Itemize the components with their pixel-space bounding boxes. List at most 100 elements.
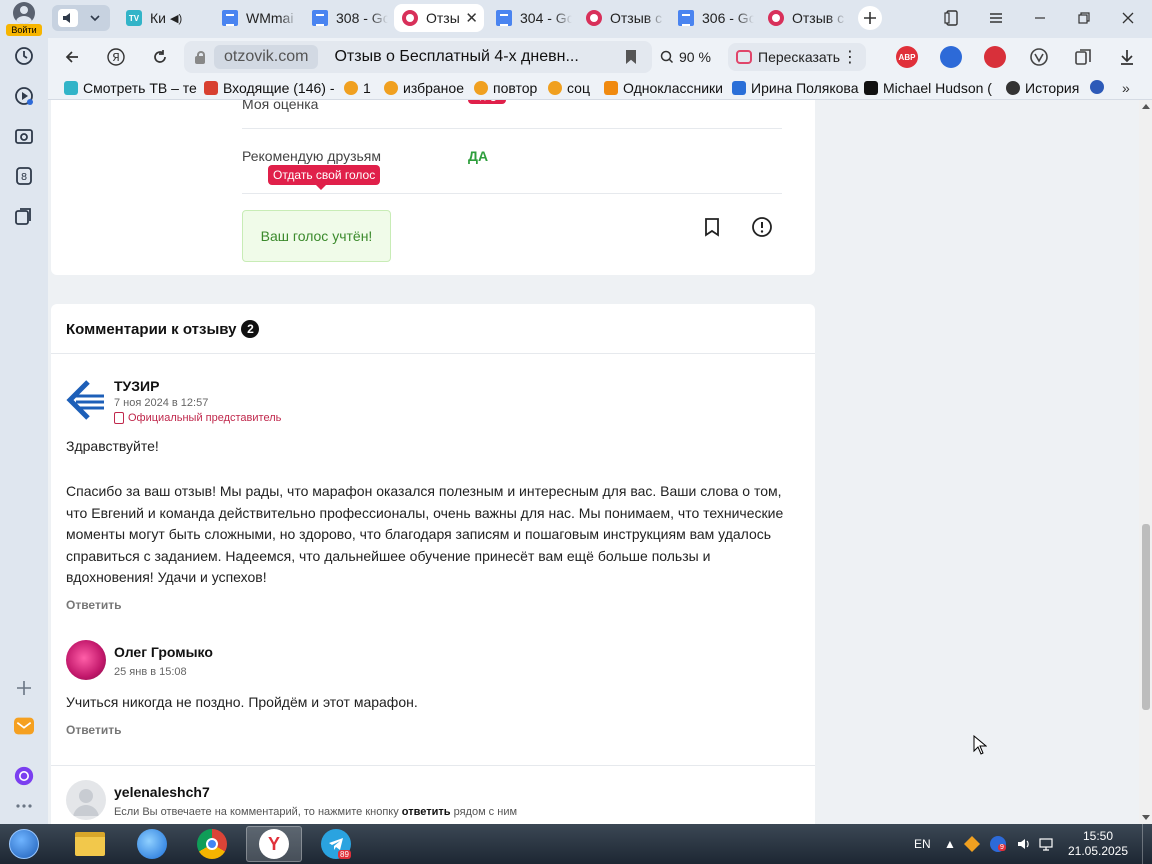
network-icon[interactable] (1038, 824, 1054, 864)
bookmark-item[interactable]: Смотреть ТВ – те (64, 80, 197, 96)
speaker-icon[interactable] (58, 9, 78, 27)
tab-otzovik-2[interactable]: Отзыв с (578, 4, 664, 32)
report-icon[interactable] (751, 216, 773, 238)
domain-chip[interactable]: otzovik.com (214, 45, 319, 69)
collections-icon[interactable] (12, 204, 36, 228)
bookmark-item[interactable]: 1 (344, 80, 371, 96)
globe-icon: 9 (990, 836, 1006, 852)
reply-button[interactable]: Ответить (66, 598, 121, 612)
tab-manager-icon[interactable] (940, 6, 964, 30)
tray-app-icon[interactable] (964, 824, 980, 864)
bookmarks-overflow-icon[interactable]: » (1122, 80, 1130, 96)
telegram-unread-badge: 89 (338, 850, 351, 859)
more-vertical-icon[interactable]: ⋮ (842, 47, 858, 67)
video-icon[interactable] (12, 84, 36, 108)
retell-button[interactable]: Пересказать ⋮ (728, 43, 866, 71)
comment-author[interactable]: Олег Громыко (114, 644, 213, 660)
profile-button[interactable]: Войти (4, 2, 44, 36)
own-avatar (66, 780, 106, 820)
restore-icon[interactable] (1072, 6, 1096, 30)
clock-icon (1006, 81, 1020, 95)
tray-browser-icon[interactable]: 9 (990, 824, 1006, 864)
tab-otzovik-active[interactable]: Отзы ✕ (394, 4, 484, 32)
bookmark-item[interactable]: История (1006, 80, 1079, 96)
yandex-browser-icon: Y (259, 829, 289, 859)
tab-tv[interactable]: TV Ки ◀) (118, 4, 206, 32)
bookmark-item[interactable]: Michael Hudson ( (864, 80, 992, 96)
scroll-down-icon[interactable] (1142, 815, 1150, 820)
scroll-up-icon[interactable] (1142, 104, 1150, 109)
taskbar-ie[interactable] (124, 826, 180, 862)
tab-doc-304[interactable]: 304 - Gc (488, 4, 572, 32)
close-window-icon[interactable] (1116, 6, 1140, 30)
new-tab-button[interactable] (858, 6, 882, 30)
minimize-icon[interactable] (1028, 6, 1052, 30)
address-toolbar: Я otzovik.com Отзыв о Бесплатный 4-х дне… (48, 38, 1152, 76)
vote-status-button[interactable]: Ваш голос учтён! (242, 210, 391, 262)
comments-heading: Комментарии к отзыву 2 (66, 320, 260, 338)
page-scrollbar[interactable] (1139, 100, 1152, 824)
bookmark-item[interactable]: повтор (474, 80, 537, 96)
translate-extension-icon[interactable] (940, 46, 962, 68)
tab-otzovik-3[interactable]: Отзыв с (760, 4, 846, 32)
comment-author[interactable]: ТУЗИР (114, 378, 159, 394)
bookmark-item[interactable]: соц (548, 80, 590, 96)
eight-badge-icon[interactable]: 8 (12, 164, 36, 188)
taskbar-explorer[interactable] (62, 826, 118, 862)
language-indicator[interactable]: EN (914, 824, 931, 864)
reload-button[interactable] (148, 45, 172, 69)
vivaldi-extension-icon[interactable] (1028, 46, 1050, 68)
divider (242, 128, 782, 129)
adblock-plus-icon[interactable]: ABP (896, 46, 918, 68)
add-icon[interactable] (12, 676, 36, 700)
taskbar-yandex-browser[interactable]: Y (246, 826, 302, 862)
back-button[interactable] (60, 45, 84, 69)
start-button[interactable] (4, 826, 44, 862)
close-icon[interactable]: ✕ (465, 9, 478, 27)
taskbar-telegram[interactable]: 89 (308, 826, 364, 862)
composer-hint: Если Вы отвечаете на комментарий, то наж… (114, 806, 517, 818)
address-bar[interactable]: otzovik.com Отзыв о Бесплатный 4-х дневн… (184, 41, 652, 73)
tab-label: Ки (150, 10, 166, 26)
lock-icon[interactable] (194, 50, 206, 64)
comment-date: 25 янв в 15:08 (114, 666, 187, 678)
tab-doc-308[interactable]: 308 - Gc (304, 4, 388, 32)
collections-extension-icon[interactable] (1072, 46, 1094, 68)
windows-taskbar: Y 89 EN ▲ 9 15:50 21.05.2025 (0, 824, 1152, 864)
scrollbar-thumb[interactable] (1142, 524, 1150, 710)
taskbar-chrome[interactable] (184, 826, 240, 862)
system-clock[interactable]: 15:50 21.05.2025 (1062, 829, 1134, 859)
bookmark-item[interactable]: Входящие (146) - (204, 80, 335, 96)
bookmark-item[interactable]: Одноклассники (604, 80, 723, 96)
tv-icon: TV (126, 10, 142, 26)
bookmark-item[interactable]: избраное (384, 80, 464, 96)
yandex-button[interactable]: Я (104, 45, 128, 69)
clock-time: 15:50 (1082, 829, 1114, 843)
tab-group-sound[interactable] (52, 5, 110, 31)
bookmark-item[interactable]: Ирина Полякова (732, 80, 859, 96)
doc-icon (496, 10, 512, 26)
folder-icon (474, 81, 488, 95)
user-avatar-icon (13, 2, 35, 24)
tab-wmmail[interactable]: WMmai (214, 4, 298, 32)
tuzir-logo-avatar[interactable] (66, 380, 106, 420)
bookmark-icon[interactable] (626, 50, 636, 64)
chevron-down-icon[interactable] (86, 9, 104, 27)
bookmark-item[interactable] (1090, 80, 1109, 94)
tray-expand-icon[interactable]: ▲ (944, 824, 956, 864)
history-icon[interactable] (12, 44, 36, 68)
more-icon[interactable] (12, 794, 36, 818)
mail-icon[interactable] (12, 714, 36, 738)
user-avatar[interactable] (66, 640, 106, 680)
trash-extension-icon[interactable] (984, 46, 1006, 68)
volume-icon[interactable] (1016, 824, 1032, 864)
screenshot-icon[interactable] (12, 124, 36, 148)
download-icon[interactable] (1116, 46, 1138, 68)
zoom-indicator[interactable]: 90 % (660, 43, 711, 71)
show-desktop-button[interactable] (1142, 824, 1152, 864)
alice-icon[interactable] (12, 764, 36, 788)
bookmark-icon[interactable] (701, 216, 723, 238)
menu-icon[interactable] (984, 6, 1008, 30)
reply-button[interactable]: Ответить (66, 723, 121, 737)
tab-doc-306[interactable]: 306 - Gc (670, 4, 754, 32)
